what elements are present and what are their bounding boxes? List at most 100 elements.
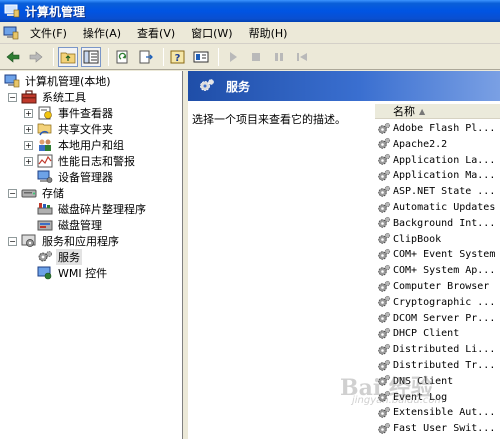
service-row[interactable]: COM+ Event System	[375, 247, 500, 262]
pause-icon[interactable]	[269, 47, 289, 67]
up-folder-icon[interactable]	[58, 46, 78, 67]
service-row[interactable]: DHCP Client	[375, 326, 500, 341]
tree-item-perf-logs[interactable]: + 性能日志和警报	[24, 153, 137, 169]
show-tree-icon[interactable]	[81, 46, 101, 67]
computer-icon	[4, 74, 20, 88]
service-row[interactable]: Adobe Flash Pl...	[375, 121, 500, 136]
refresh-icon[interactable]	[113, 47, 133, 67]
service-row[interactable]: Fast User Swit...	[375, 421, 500, 436]
service-row[interactable]: Computer Browser	[375, 279, 500, 294]
window-title: 计算机管理	[25, 4, 86, 19]
services-apps-icon	[21, 234, 37, 248]
toolbar-separator	[163, 47, 164, 66]
tree-item-system-tools[interactable]: − 系统工具	[8, 89, 88, 105]
service-name: ClipBook	[393, 233, 442, 245]
service-name: ASP.NET State ...	[393, 186, 496, 198]
tree-item-root[interactable]: 计算机管理(本地)	[4, 73, 113, 89]
service-row[interactable]: Distributed Li...	[375, 342, 500, 357]
service-row[interactable]: ClipBook	[375, 232, 500, 247]
service-row[interactable]: ASP.NET State ...	[375, 184, 500, 199]
column-header-name[interactable]: 名称 ▲	[375, 103, 500, 119]
gear-icon	[377, 137, 391, 151]
wmi-control-icon	[37, 266, 53, 280]
computer-management-icon	[4, 4, 20, 18]
play-icon[interactable]	[223, 47, 243, 67]
restart-icon[interactable]	[292, 47, 312, 67]
menu-action[interactable]: 操作(A)	[75, 23, 129, 43]
gear-icon	[377, 311, 391, 325]
expand-toggle[interactable]: +	[24, 156, 33, 166]
tree-item-services-apps[interactable]: − 服务和应用程序	[8, 233, 121, 249]
service-name: Computer Browser	[393, 281, 490, 292]
gear-icon	[37, 250, 53, 264]
service-row[interactable]: COM+ System Ap...	[375, 263, 500, 278]
stop-icon[interactable]	[246, 47, 266, 67]
service-row[interactable]: Automatic Updates	[375, 200, 500, 215]
tree-item-defrag[interactable]: 磁盘碎片整理程序	[24, 201, 148, 217]
defrag-icon	[37, 202, 53, 216]
gear-icon	[377, 185, 391, 199]
service-row[interactable]: Cryptographic ...	[375, 295, 500, 310]
gear-icon	[377, 295, 391, 309]
service-name: Fast User Swit...	[393, 423, 496, 435]
gear-icon	[377, 122, 391, 136]
tree-item-services[interactable]: 服务	[24, 249, 82, 265]
service-row[interactable]: DCOM Server Pr...	[375, 311, 500, 326]
system-menu-icon[interactable]	[2, 25, 20, 41]
gear-icon	[198, 78, 214, 94]
gear-icon	[377, 201, 391, 215]
tree-item-local-users[interactable]: + 本地用户和组	[24, 137, 126, 153]
service-name: Distributed Li...	[393, 344, 496, 356]
help-icon[interactable]: ?	[168, 47, 188, 67]
watermark-url: jingyan.baidu.com	[352, 395, 445, 406]
properties-icon[interactable]	[191, 47, 211, 67]
sort-ascending-icon: ▲	[419, 106, 426, 116]
toolbar-separator	[108, 47, 109, 66]
menu-file[interactable]: 文件(F)	[22, 23, 75, 43]
service-row[interactable]: Application La...	[375, 153, 500, 168]
tree-item-device-manager[interactable]: 设备管理器	[24, 169, 115, 185]
menu-help[interactable]: 帮助(H)	[241, 23, 296, 43]
service-name: Apache2.2	[393, 138, 448, 150]
service-name: Automatic Updates	[393, 202, 496, 213]
menu-window[interactable]: 窗口(W)	[183, 23, 240, 43]
disk-management-icon	[37, 218, 53, 232]
gear-icon	[377, 406, 391, 420]
toolbar: ?	[0, 44, 500, 70]
forward-arrow-icon[interactable]	[26, 47, 46, 67]
back-arrow-icon[interactable]	[3, 47, 23, 67]
tree-item-disk-management[interactable]: 磁盘管理	[24, 217, 104, 233]
expand-toggle[interactable]: +	[24, 108, 33, 118]
services-title: 服务	[226, 79, 251, 94]
menu-view[interactable]: 查看(V)	[129, 23, 183, 43]
export-icon[interactable]	[136, 47, 156, 67]
service-name: Application La...	[393, 154, 496, 166]
service-name: COM+ Event System	[393, 249, 496, 261]
service-row[interactable]: Background Int...	[375, 216, 500, 231]
gear-icon	[377, 232, 391, 246]
service-name: DHCP Client	[393, 328, 460, 340]
collapse-toggle[interactable]: −	[8, 188, 17, 198]
service-row[interactable]: Apache2.2	[375, 137, 500, 152]
svg-text:?: ?	[175, 53, 181, 64]
expand-toggle[interactable]: +	[24, 140, 33, 150]
tree-item-event-viewer[interactable]: + 事件查看器	[24, 105, 115, 121]
service-name: DCOM Server Pr...	[393, 312, 496, 324]
collapse-toggle[interactable]: −	[8, 92, 17, 102]
console-tree[interactable]: 计算机管理(本地) − 系统工具 + 事件查看器 + 共享文件夹 + 本地用户和…	[0, 71, 183, 439]
collapse-toggle[interactable]: −	[8, 236, 17, 246]
tree-item-wmi[interactable]: WMI 控件	[24, 265, 109, 281]
expand-toggle[interactable]: +	[24, 124, 33, 134]
description-text: 选择一个项目来查看它的描述。	[192, 113, 346, 126]
title-bar[interactable]: 计算机管理	[0, 0, 500, 22]
gear-icon	[377, 422, 391, 436]
gear-icon	[377, 343, 391, 357]
tree-item-shared-folders[interactable]: + 共享文件夹	[24, 121, 115, 137]
services-header: 服务	[188, 71, 500, 101]
storage-icon	[21, 186, 37, 200]
service-name: Extensible Aut...	[393, 407, 496, 419]
service-row[interactable]: Extensible Aut...	[375, 405, 500, 420]
tree-item-storage[interactable]: − 存储	[8, 185, 66, 201]
service-row[interactable]: Application Ma...	[375, 168, 500, 183]
gear-icon	[377, 248, 391, 262]
